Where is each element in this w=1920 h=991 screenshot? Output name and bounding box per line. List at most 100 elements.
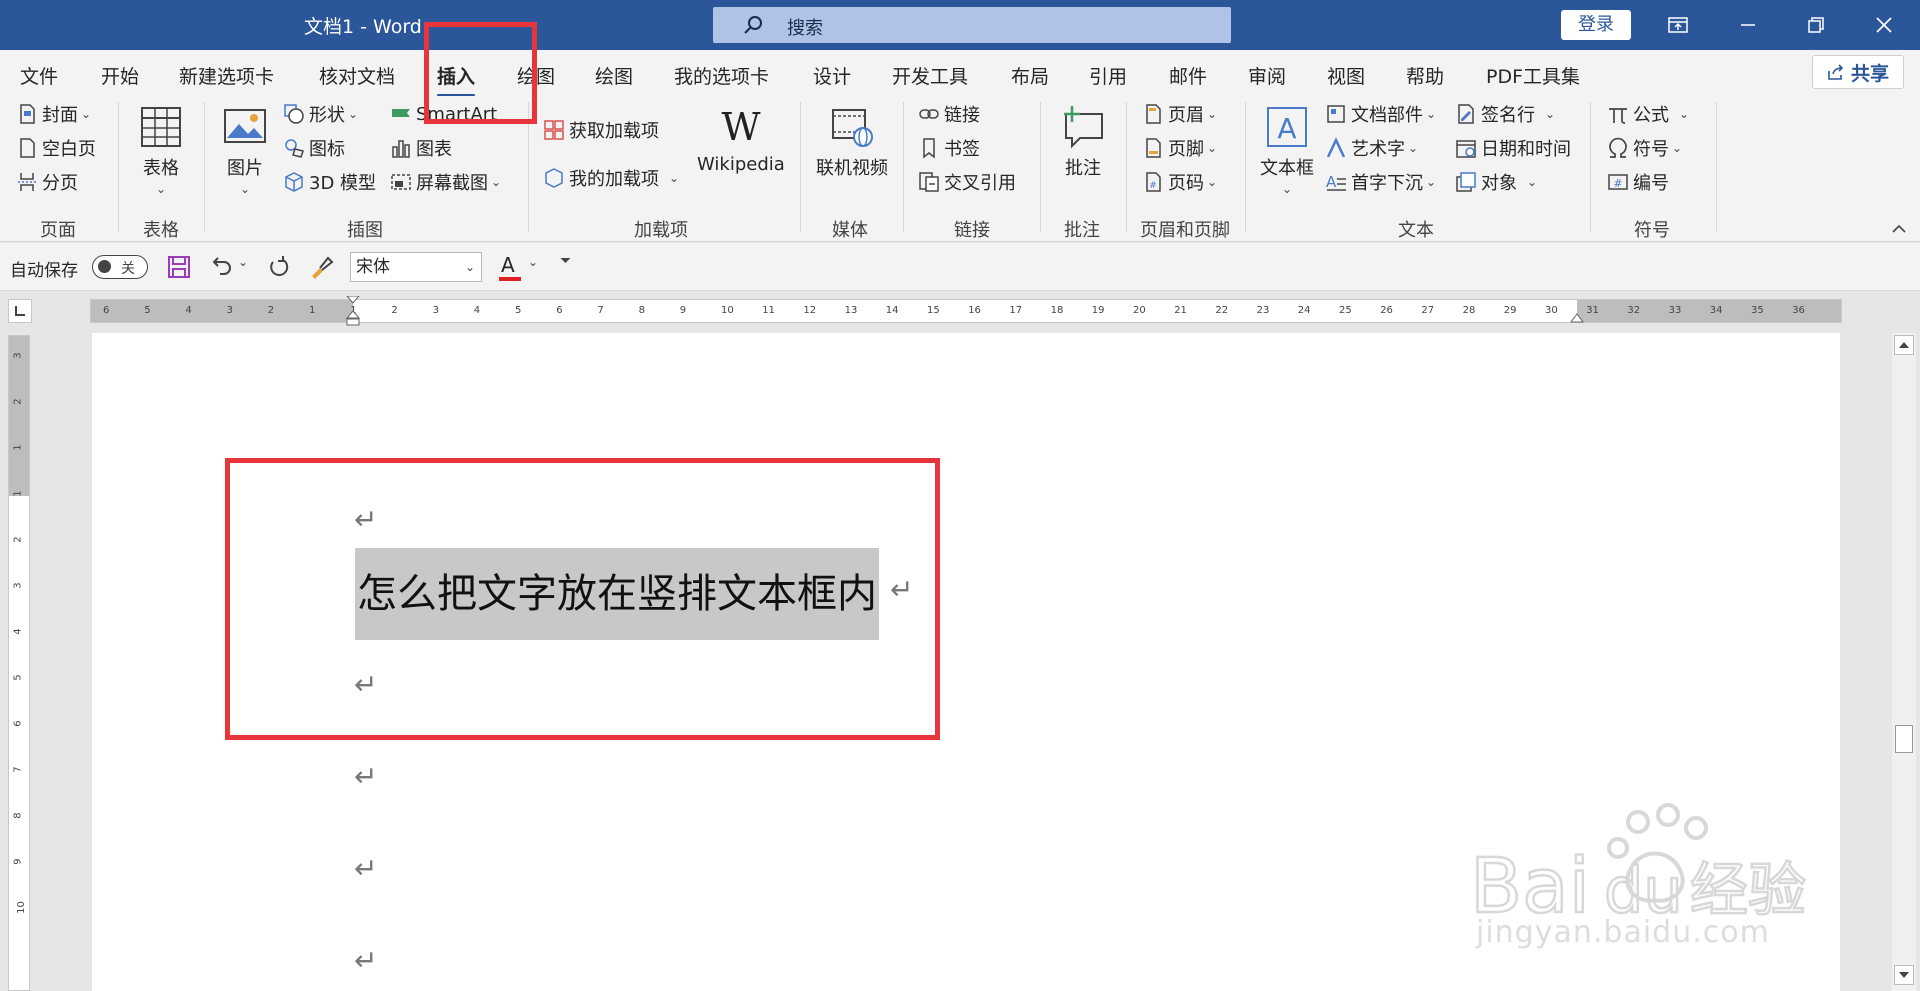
tab-file[interactable]: 文件 — [20, 62, 58, 89]
my-addins-button[interactable]: 我的加载项 ⌄ — [543, 164, 679, 192]
indent-marker-icon[interactable] — [345, 296, 361, 326]
font-color-dropdown-icon[interactable]: ⌄ — [528, 255, 538, 269]
screenshot-button[interactable]: 屏幕截图 ⌄ — [390, 168, 501, 196]
font-color-button[interactable]: A — [497, 251, 523, 283]
save-icon[interactable] — [166, 254, 192, 280]
ruler-number: 20 — [1133, 305, 1146, 316]
header-button[interactable]: 页眉 ⌄ — [1142, 100, 1217, 128]
ruler-number: 5 — [515, 305, 522, 316]
right-indent-marker-icon[interactable] — [1570, 313, 1584, 323]
vertical-ruler[interactable]: 3 2 1 1 2 3 4 5 6 7 8 9 10 — [8, 335, 30, 991]
undo-icon[interactable] — [208, 254, 234, 280]
page-number-button[interactable]: # 页码 ⌄ — [1142, 168, 1217, 196]
tab-references[interactable]: 引用 — [1089, 62, 1127, 89]
ruler-number: 5 — [144, 305, 151, 316]
ribbon-separator — [1590, 102, 1591, 232]
cover-page-label: 封面 — [42, 105, 78, 126]
minimize-button[interactable] — [1718, 0, 1778, 50]
ruler-number: 19 — [1091, 305, 1105, 316]
shapes-button[interactable]: 形状 ⌄ — [283, 100, 358, 128]
table-label: 表格 — [143, 158, 179, 179]
wikipedia-button[interactable]: W Wikipedia — [697, 104, 785, 175]
omega-icon — [1609, 137, 1627, 158]
redo-icon[interactable] — [265, 254, 291, 280]
tab-home[interactable]: 开始 — [101, 62, 139, 89]
ribbon-display-icon — [1668, 17, 1688, 33]
tab-review[interactable]: 审阅 — [1248, 62, 1286, 89]
autosave-toggle[interactable]: 关 — [92, 255, 148, 279]
collapse-ribbon-icon[interactable] — [1890, 220, 1908, 238]
scroll-down-button[interactable] — [1894, 965, 1914, 985]
date-time-button[interactable]: 日期和时间 — [1455, 134, 1571, 162]
tab-design[interactable]: 设计 — [813, 62, 851, 89]
tab-layout[interactable]: 布局 — [1011, 62, 1049, 89]
tab-draw-2[interactable]: 绘图 — [595, 62, 633, 89]
scroll-up-button[interactable] — [1894, 335, 1914, 355]
ruler-number: 31 — [1586, 305, 1599, 316]
object-button[interactable]: 对象 ⌄ — [1455, 168, 1537, 196]
cross-reference-button[interactable]: 交叉引用 — [918, 168, 1016, 196]
tab-developer[interactable]: 开发工具 — [892, 62, 968, 89]
equation-button[interactable]: 公式 ⌄ — [1607, 100, 1689, 128]
tab-my-tab[interactable]: 我的选项卡 — [674, 62, 769, 89]
tab-view[interactable]: 视图 — [1327, 62, 1365, 89]
picture-button[interactable]: 图片 ⌄ — [222, 104, 268, 196]
autosave-state: 关 — [121, 261, 135, 277]
ribbon-tab-bar: 文件 开始 新建选项卡 核对文档 插入 绘图 绘图 我的选项卡 设计 开发工具 … — [0, 50, 1920, 97]
close-icon — [1876, 17, 1892, 33]
blank-page-button[interactable]: 空白页 — [16, 134, 96, 162]
undo-dropdown-icon[interactable]: ⌄ — [238, 255, 248, 269]
footer-button[interactable]: 页脚 ⌄ — [1142, 134, 1217, 162]
tab-pdf-tools[interactable]: PDF工具集 — [1486, 62, 1580, 89]
close-button[interactable] — [1854, 0, 1914, 50]
link-label: 链接 — [944, 105, 980, 126]
signature-line-button[interactable]: 签名行 ⌄ — [1455, 100, 1555, 128]
restore-button[interactable] — [1786, 0, 1846, 50]
icons-button[interactable]: 图标 — [283, 134, 345, 162]
group-label-comments: 批注 — [1064, 220, 1100, 241]
symbol-button[interactable]: 符号 ⌄ — [1607, 134, 1682, 162]
ribbon-display-options-button[interactable] — [1648, 0, 1708, 50]
tab-selector[interactable] — [8, 299, 32, 323]
signature-icon — [1458, 104, 1474, 124]
font-name-select[interactable]: 宋体 ⌄ — [350, 252, 482, 282]
quick-parts-button[interactable]: 文档部件 ⌄ — [1325, 100, 1436, 128]
vertical-scrollbar[interactable] — [1892, 333, 1916, 991]
ruler-number: 1 — [12, 444, 24, 451]
chart-button[interactable]: 图表 — [390, 134, 452, 162]
scroll-thumb[interactable] — [1895, 725, 1913, 753]
ruler-number: 5 — [12, 674, 24, 681]
tab-mailings[interactable]: 邮件 — [1169, 62, 1207, 89]
word-window: 文档1 - Word 搜索 登录 文件 开始 新建选项卡 核对文档 插入 绘图 … — [0, 0, 1920, 991]
tab-new-tab[interactable]: 新建选项卡 — [179, 62, 274, 89]
wordart-button[interactable]: 艺术字 ⌄ — [1325, 134, 1418, 162]
format-painter-icon[interactable] — [308, 254, 334, 280]
ruler-number: 7 — [597, 305, 604, 316]
login-button[interactable]: 登录 — [1561, 10, 1631, 40]
drop-cap-button[interactable]: A 首字下沉 ⌄ — [1325, 168, 1436, 196]
paragraph-mark: ↵ — [354, 944, 378, 977]
online-video-button[interactable]: 联机视频 — [816, 104, 888, 180]
search-box[interactable]: 搜索 — [713, 7, 1231, 43]
horizontal-ruler[interactable]: 6 5 4 3 2 1 1 2 3 4 5 6 7 8 9 10 11 12 13 14 15 16 17 18 19 20 21 2… — [90, 296, 1842, 326]
number-button[interactable]: # 编号 — [1607, 168, 1669, 196]
quick-parts-label: 文档部件 — [1351, 105, 1423, 126]
share-button[interactable]: 共享 — [1812, 55, 1904, 89]
customize-toolbar-icon[interactable]: ⏷ — [560, 253, 571, 269]
bookmark-button[interactable]: 书签 — [918, 134, 980, 162]
comment-button[interactable]: 批注 — [1060, 104, 1106, 180]
tab-review-doc[interactable]: 核对文档 — [319, 62, 395, 89]
table-button[interactable]: 表格 ⌄ — [138, 104, 184, 196]
ruler-number: 33 — [1668, 305, 1682, 316]
get-addins-button[interactable]: 获取加载项 — [543, 116, 659, 144]
link-button[interactable]: 链接 — [918, 100, 980, 128]
ruler-number: 24 — [1297, 305, 1311, 316]
cover-page-button[interactable]: 封面 ⌄ — [16, 100, 91, 128]
page-number-label: 页码 — [1168, 173, 1204, 194]
text-box-button[interactable]: A 文本框 ⌄ — [1260, 104, 1314, 196]
tab-help[interactable]: 帮助 — [1406, 62, 1444, 89]
svg-text:#: # — [1149, 181, 1157, 191]
ribbon-separator — [204, 102, 205, 232]
page-break-button[interactable]: 分页 — [16, 168, 78, 196]
3d-model-button[interactable]: 3D 模型 — [283, 168, 376, 196]
